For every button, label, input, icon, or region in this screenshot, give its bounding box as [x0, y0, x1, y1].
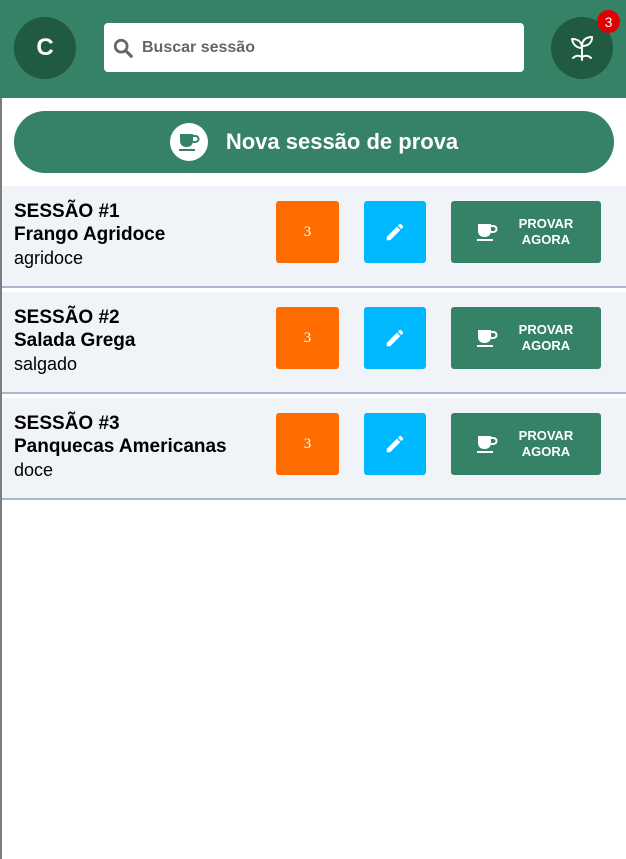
tasters-count-button[interactable]: 3: [276, 307, 339, 369]
taste-now-label: PROVAR AGORA: [518, 428, 574, 459]
session-row: SESSÃO #3 Panquecas Americanas doce 3 PR…: [2, 398, 626, 500]
tasters-count-button[interactable]: 3: [276, 413, 339, 475]
coffee-cup-icon: [169, 123, 208, 161]
pencil-icon: [386, 223, 404, 241]
sprout-icon: [571, 36, 593, 61]
new-session-button[interactable]: Nova sessão de prova: [14, 111, 614, 173]
user-avatar[interactable]: C: [14, 17, 76, 79]
tasters-count-button[interactable]: 3: [276, 201, 339, 263]
coffee-cup-icon: [477, 330, 498, 347]
avatar-initial: C: [36, 34, 54, 61]
tasters-count: 3: [303, 435, 312, 452]
edit-session-button[interactable]: [364, 201, 426, 263]
dish-name: Frango Agridoce: [14, 224, 166, 245]
coffee-cup-icon: [477, 436, 498, 453]
taste-now-label: PROVAR AGORA: [518, 322, 574, 353]
dish-name: Salada Grega: [14, 330, 136, 351]
taste-now-label: PROVAR AGORA: [518, 216, 574, 247]
tasters-count: 3: [303, 329, 312, 346]
session-id: SESSÃO #3: [14, 413, 120, 434]
coffee-cup-icon: [477, 224, 498, 241]
tasters-count: 3: [303, 223, 312, 240]
taste-now-button[interactable]: PROVAR AGORA: [451, 413, 601, 475]
pencil-icon: [386, 329, 404, 347]
session-id: SESSÃO #2: [14, 307, 120, 328]
taste-now-button[interactable]: PROVAR AGORA: [451, 307, 601, 369]
session-list: SESSÃO #1 Frango Agridoce agridoce 3 PRO…: [2, 186, 626, 504]
session-row: SESSÃO #1 Frango Agridoce agridoce 3 PRO…: [2, 186, 626, 288]
search-input[interactable]: [140, 26, 524, 69]
new-session-label: Nova sessão de prova: [225, 129, 459, 154]
search-icon: [113, 38, 133, 58]
dish-category: salgado: [14, 354, 78, 374]
notification-count: 3: [604, 13, 613, 30]
session-id: SESSÃO #1: [14, 201, 120, 222]
dish-category: agridoce: [14, 248, 84, 268]
taste-now-button[interactable]: PROVAR AGORA: [451, 201, 601, 263]
notification-badge: 3: [597, 10, 620, 33]
edit-session-button[interactable]: [364, 307, 426, 369]
pencil-icon: [386, 435, 404, 453]
edit-session-button[interactable]: [364, 413, 426, 475]
dish-name: Panquecas Americanas: [14, 436, 227, 457]
app-header: C 3: [0, 0, 626, 98]
dish-category: doce: [14, 460, 54, 480]
search-bar: [104, 23, 524, 72]
session-row: SESSÃO #2 Salada Grega salgado 3 PROVAR …: [2, 292, 626, 394]
